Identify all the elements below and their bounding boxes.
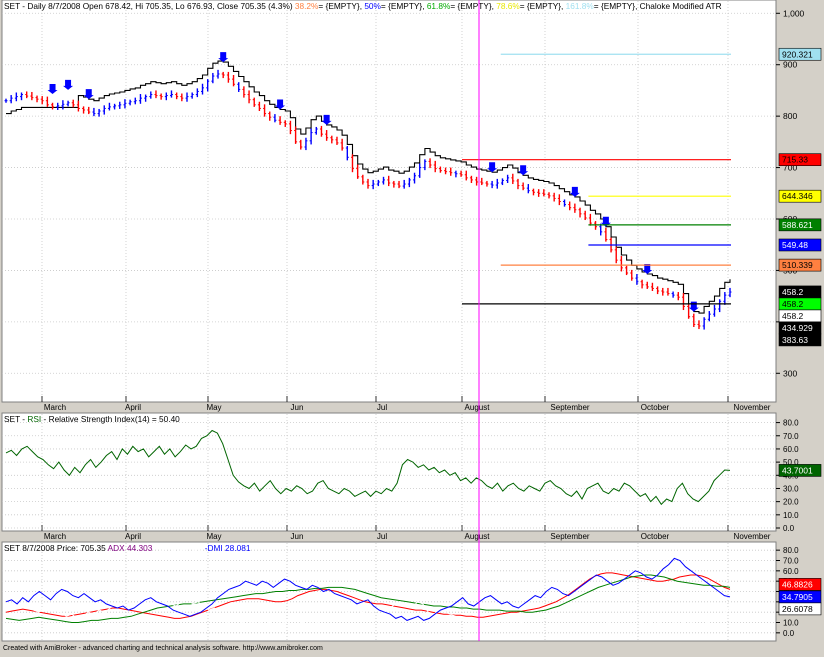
title-segment: 44.303 <box>125 543 155 553</box>
month-label: Jul <box>377 532 387 541</box>
month-label: November <box>734 532 771 541</box>
rsi-value-text: 43.7001 <box>782 465 813 475</box>
rsi-tick-label: 30.0 <box>783 484 799 493</box>
price-value-label: 383.63 <box>778 333 822 347</box>
title-segment: ADX <box>108 543 126 553</box>
month-label: Jun <box>291 403 304 412</box>
price-value-text: 920.321 <box>782 49 813 59</box>
month-label: Jun <box>291 532 304 541</box>
month-label: August <box>465 532 491 541</box>
title-segment: SET 8/7/2008 Price: 705.35 <box>4 543 108 553</box>
price-value-text: 644.346 <box>782 191 813 201</box>
price-tick-label: 800 <box>783 111 797 121</box>
title-segment: -DMI <box>205 543 223 553</box>
rsi-value-label: 43.7001 <box>778 464 822 477</box>
rsi-tick-label: 60.0 <box>783 445 799 454</box>
month-label: November <box>734 403 771 412</box>
rsi-tick-label: 0.0 <box>783 524 795 533</box>
rsi-title: SET - RSI - Relative Strength Index(14) … <box>4 414 180 424</box>
dmi-value-text: 34.7905 <box>782 592 813 602</box>
footer-credit: Created with AmiBroker - advanced charti… <box>3 645 323 652</box>
rsi-tick-label: 70.0 <box>783 432 799 441</box>
price-value-text: 383.63 <box>782 335 808 345</box>
price-tick-label: 300 <box>783 368 797 378</box>
title-segment: 28.081 <box>223 543 251 553</box>
price-value-text: 434.929 <box>782 323 813 333</box>
price-value-text: 458.2 <box>782 287 804 297</box>
amibroker-chart: March April May Jun Jul August September Octobe… <box>1 0 822 642</box>
rsi-tick-label: 20.0 <box>783 498 799 507</box>
header-segment: 161.8% <box>566 1 595 11</box>
month-label: March <box>44 532 66 541</box>
price-tick-label: 1,000 <box>783 8 805 18</box>
header-segment: 61.8% <box>427 1 451 11</box>
dmi-value-text: 26.6078 <box>782 604 813 614</box>
price-value-label: 549.48 <box>778 238 822 252</box>
price-value-label: 920.321 <box>778 47 822 61</box>
price-value-label: 644.346 <box>778 189 822 203</box>
dmi-tick-label: 0.0 <box>783 629 795 638</box>
dmi-value-label: 46.8826 <box>778 578 822 591</box>
dmi-title: SET 8/7/2008 Price: 705.35 ADX 44.303 +D… <box>4 543 251 553</box>
price-value-label: 458.2 <box>778 297 822 311</box>
price-value-label: 588.621 <box>778 218 822 232</box>
dmi-value-text: 46.8826 <box>782 579 813 589</box>
header-segment: 50% <box>364 1 381 11</box>
month-label: October <box>641 403 670 412</box>
pane-1-background <box>1 0 777 403</box>
rsi-tick-label: 80.0 <box>783 419 799 428</box>
dmi-tick-label: 80.0 <box>783 546 799 555</box>
header-segment: 78.6% <box>496 1 520 11</box>
header-segment: = {EMPTY}, Chaloke Modified ATR <box>594 1 722 11</box>
price-value-label: 458.2 <box>778 309 822 323</box>
price-value-label: 458.2 <box>778 285 822 299</box>
month-label: March <box>44 403 66 412</box>
rsi-tick-label: 10.0 <box>783 511 799 520</box>
header-segment: = {EMPTY}, <box>520 1 566 11</box>
price-header: SET - Daily 8/7/2008 Open 678.42, Hi 705… <box>4 1 722 11</box>
dmi-tick-label: 60.0 <box>783 567 799 576</box>
header-segment: = {EMPTY}, <box>318 1 364 11</box>
header-segment: = {EMPTY}, <box>450 1 496 11</box>
dmi-tick-label: 10.0 <box>783 619 799 628</box>
price-value-label: 434.929 <box>778 321 822 335</box>
title-segment: SET - <box>4 414 27 424</box>
dmi-tick-label: 70.0 <box>783 557 799 566</box>
month-label: April <box>125 403 141 412</box>
dmi-value-label: 26.6078 <box>778 602 822 616</box>
header-segment: 38.2% <box>295 1 319 11</box>
price-value-text: 549.48 <box>782 240 808 250</box>
price-tick-label: 900 <box>783 60 797 70</box>
month-label: October <box>641 532 670 541</box>
month-label: April <box>125 532 141 541</box>
price-value-text: 588.621 <box>782 220 813 230</box>
title-segment: 28.769 <box>175 543 205 553</box>
header-segment: SET - Daily 8/7/2008 Open 678.42, Hi 705… <box>4 1 295 11</box>
pane-2-background <box>1 412 777 532</box>
month-label: September <box>550 532 589 541</box>
price-value-text: 715.33 <box>782 155 808 165</box>
price-value-text: 458.2 <box>782 299 804 309</box>
title-segment: RSI <box>27 414 41 424</box>
month-label: May <box>206 532 221 541</box>
price-value-label: 715.33 <box>778 153 822 166</box>
month-label: May <box>206 403 221 412</box>
price-value-text: 510.339 <box>782 260 813 270</box>
month-label: September <box>550 403 589 412</box>
title-segment: - Relative Strength Index(14) = 50.40 <box>41 414 180 424</box>
title-segment: +DMI <box>155 543 175 553</box>
price-value-label: 510.339 <box>778 258 822 272</box>
dmi-value-label: 34.7905 <box>778 590 822 604</box>
month-label: Jul <box>377 403 387 412</box>
month-label: August <box>465 403 491 412</box>
price-value-text: 458.2 <box>782 311 804 321</box>
header-segment: = {EMPTY}, <box>381 1 427 11</box>
